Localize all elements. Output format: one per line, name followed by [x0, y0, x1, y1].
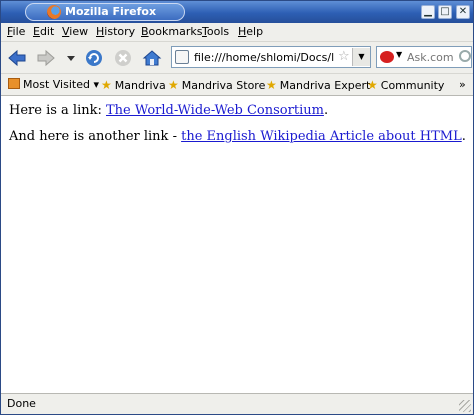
bookmark-label: Mandriva — [114, 79, 166, 92]
browser-window: Mozilla Firefox ▁ □ ✕ File Edit View His… — [0, 0, 474, 415]
bookmark-star-icon[interactable]: ☆ — [338, 49, 350, 64]
window-title: Mozilla Firefox — [65, 5, 157, 18]
menu-tools[interactable]: Tools — [202, 25, 229, 38]
menu-bar: File Edit View History Bookmarks Tools H… — [1, 23, 473, 41]
paragraph-2: And here is another link - the English W… — [9, 129, 466, 144]
address-text[interactable]: file:///home/shlomi/Docs/lectu — [194, 51, 334, 64]
title-bar[interactable]: Mozilla Firefox ▁ □ ✕ — [1, 1, 473, 23]
menu-help[interactable]: Help — [238, 25, 263, 38]
page-content: Here is a link: The World-Wide-Web Conso… — [1, 96, 473, 393]
most-visited-icon — [8, 78, 20, 89]
close-button[interactable]: ✕ — [456, 5, 470, 19]
star-icon: ★ — [101, 78, 112, 92]
star-icon: ★ — [168, 78, 179, 92]
status-bar: Done — [1, 393, 473, 414]
minimize-button[interactable]: ▁ — [421, 5, 435, 19]
back-arrow-icon[interactable] — [7, 48, 27, 68]
bookmarks-overflow-chevron[interactable]: » — [459, 78, 466, 91]
line-suffix: . — [461, 129, 466, 144]
line-prefix: And here is another link - — [9, 129, 182, 144]
firefox-logo-icon — [47, 5, 61, 19]
menu-view[interactable]: View — [62, 25, 88, 38]
paragraph-1: Here is a link: The World-Wide-Web Conso… — [9, 103, 328, 118]
star-icon: ★ — [367, 78, 378, 92]
bookmark-community[interactable]: ★ Community — [367, 78, 444, 92]
engine-dropdown-icon[interactable]: ▼ — [396, 50, 402, 59]
home-icon[interactable] — [142, 48, 162, 68]
menu-file[interactable]: File — [7, 25, 25, 38]
bookmark-label: Most Visited — [23, 78, 90, 91]
menu-history[interactable]: History — [96, 25, 135, 38]
forward-arrow-icon[interactable] — [36, 48, 56, 68]
search-input[interactable] — [407, 51, 457, 64]
bookmark-mandriva[interactable]: ★ Mandriva — [101, 78, 166, 92]
stop-icon[interactable] — [113, 48, 133, 68]
star-icon: ★ — [266, 78, 277, 92]
address-bar[interactable]: file:///home/shlomi/Docs/lectu ☆ ▼ — [171, 46, 371, 68]
line-prefix: Here is a link: — [9, 103, 106, 118]
line-suffix: . — [323, 103, 329, 118]
ask-engine-icon[interactable] — [380, 51, 394, 63]
search-bar[interactable]: ▼ — [376, 46, 472, 68]
bookmark-label: Mandriva Expert — [279, 79, 371, 92]
page-favicon-icon — [175, 50, 189, 64]
address-dropdown-icon[interactable]: ▼ — [352, 48, 370, 66]
reload-icon[interactable] — [84, 48, 104, 68]
menu-bookmarks[interactable]: Bookmarks — [141, 25, 202, 38]
bookmark-mandriva-store[interactable]: ★ Mandriva Store — [168, 78, 265, 92]
bookmark-label: Mandriva Store — [181, 79, 266, 92]
bookmark-most-visited[interactable]: Most Visited ▾ — [8, 78, 99, 91]
bookmark-label: Community — [380, 79, 445, 92]
dropdown-arrow-icon: ▾ — [89, 78, 99, 91]
maximize-button[interactable]: □ — [438, 5, 452, 19]
w3c-link[interactable]: The World-Wide-Web Consortium — [106, 103, 324, 118]
menu-edit[interactable]: Edit — [33, 25, 54, 38]
history-dropdown-icon[interactable] — [64, 48, 84, 68]
status-text: Done — [7, 397, 36, 410]
search-magnifier-icon[interactable] — [459, 50, 471, 62]
bookmarks-toolbar: Most Visited ▾ ★ Mandriva ★ Mandriva Store… — [1, 73, 473, 96]
resize-grip[interactable] — [459, 400, 471, 412]
bookmark-mandriva-expert[interactable]: ★ Mandriva Expert — [266, 78, 370, 92]
wikipedia-link[interactable]: the English Wikipedia Article about HTML — [181, 129, 462, 144]
